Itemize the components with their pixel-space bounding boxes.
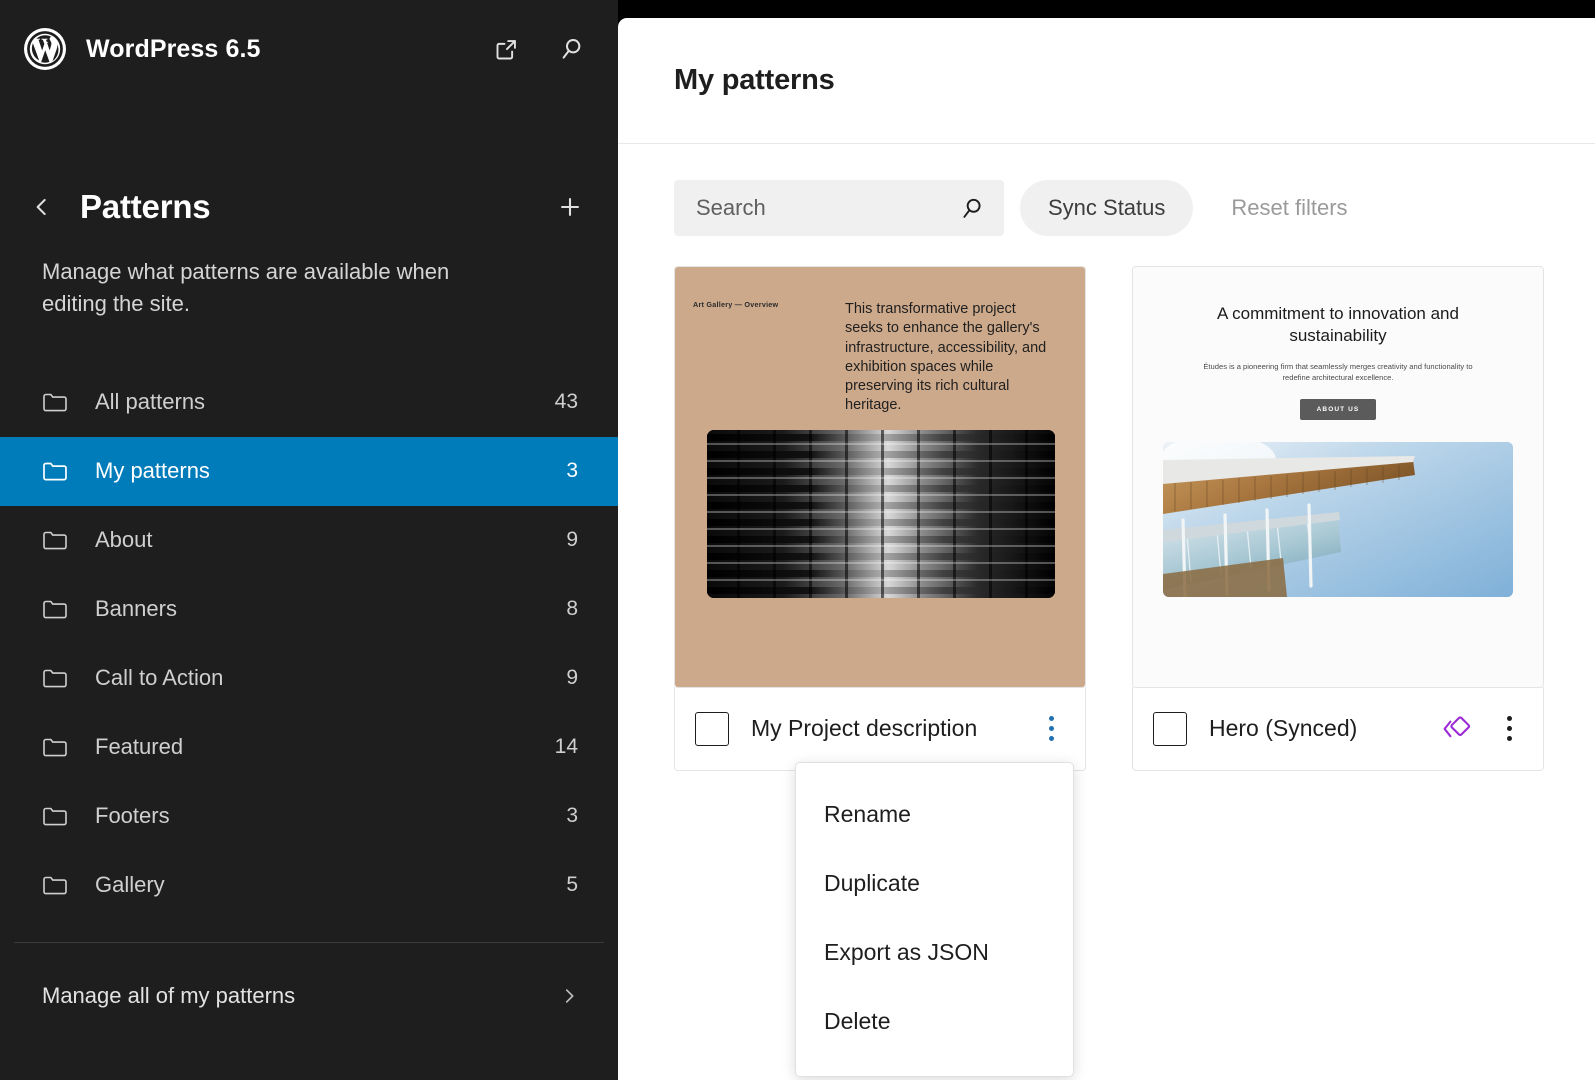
pattern-actions-dropdown: Rename Duplicate Export as JSON Delete (795, 762, 1074, 1077)
folder-icon (42, 805, 68, 827)
main-title: My patterns (674, 64, 835, 97)
preview-body: Études is a pioneering firm that seamles… (1199, 361, 1477, 385)
search-input[interactable]: Search (674, 180, 1004, 236)
plus-icon[interactable] (550, 187, 590, 227)
menu-item-rename[interactable]: Rename (796, 780, 1073, 849)
sidebar-item-count: 3 (566, 804, 578, 828)
kebab-menu-icon[interactable] (1031, 709, 1071, 749)
sidebar-item-count: 5 (566, 873, 578, 897)
folder-icon (42, 391, 68, 413)
folder-icon (42, 598, 68, 620)
pattern-select-checkbox[interactable] (695, 712, 729, 746)
manage-all-patterns-label: Manage all of my patterns (42, 983, 295, 1009)
search-icon (959, 195, 986, 222)
sidebar-topbar: WordPress 6.5 (0, 0, 618, 98)
pattern-card-footer: My Project description (674, 687, 1086, 771)
sidebar-description: Manage what patterns are available when … (0, 242, 560, 320)
sidebar-item-label: Gallery (95, 872, 165, 898)
sidebar-item-label: Banners (95, 596, 177, 622)
chevron-left-icon[interactable] (22, 187, 62, 227)
sidebar-item-count: 9 (566, 528, 578, 552)
app-title: WordPress 6.5 (86, 35, 261, 64)
menu-item-duplicate[interactable]: Duplicate (796, 849, 1073, 918)
sidebar-item-label: My patterns (95, 458, 210, 484)
sidebar-item-banners[interactable]: Banners 8 (0, 575, 618, 644)
folder-icon (42, 874, 68, 896)
sidebar-divider (14, 942, 604, 943)
pattern-select-checkbox[interactable] (1153, 712, 1187, 746)
sidebar-item-gallery[interactable]: Gallery 5 (0, 851, 618, 920)
synced-pattern-icon (1435, 709, 1475, 749)
sidebar-item-count: 43 (555, 390, 578, 414)
chevron-right-icon (558, 985, 580, 1007)
sidebar-item-featured[interactable]: Featured 14 (0, 713, 618, 782)
patterns-grid: Art Gallery — Overview This transformati… (618, 236, 1595, 771)
menu-item-delete[interactable]: Delete (796, 987, 1073, 1056)
pattern-preview[interactable]: A commitment to innovation and sustainab… (1132, 266, 1544, 688)
manage-all-patterns-link[interactable]: Manage all of my patterns (0, 959, 618, 1033)
sidebar-item-label: Footers (95, 803, 170, 829)
pattern-title: My Project description (751, 715, 977, 742)
main-content: My patterns Search Sync Status Reset fil… (618, 18, 1595, 1080)
preview-body: This transformative project seeks to enh… (845, 300, 1057, 416)
sidebar-item-count: 3 (566, 459, 578, 483)
pattern-card-actions (1435, 709, 1529, 749)
pattern-preview[interactable]: Art Gallery — Overview This transformati… (674, 266, 1086, 688)
folder-icon (42, 529, 68, 551)
sidebar-item-my-patterns[interactable]: My patterns 3 (0, 437, 618, 506)
folder-icon (42, 667, 68, 689)
reset-filters-button[interactable]: Reset filters (1209, 180, 1369, 236)
external-link-icon[interactable] (486, 29, 526, 69)
sidebar: WordPress 6.5 (0, 0, 618, 1080)
folder-icon (42, 460, 68, 482)
kebab-menu-icon[interactable] (1489, 709, 1529, 749)
filter-bar: Search Sync Status Reset filters (618, 144, 1595, 236)
sidebar-section-header: Patterns (0, 172, 618, 242)
sidebar-category-list: All patterns 43 My patterns 3 Ab (0, 368, 618, 920)
pattern-preview-artwork: Art Gallery — Overview This transformati… (675, 267, 1085, 687)
architecture-photo (1163, 442, 1513, 597)
app-root: WordPress 6.5 (0, 0, 1595, 1080)
sidebar-item-label: About (95, 527, 153, 553)
sidebar-item-count: 9 (566, 666, 578, 690)
sidebar-item-footers[interactable]: Footers 3 (0, 782, 618, 851)
sidebar-item-label: All patterns (95, 389, 205, 415)
sidebar-item-about[interactable]: About 9 (0, 506, 618, 575)
sidebar-item-label: Call to Action (95, 665, 223, 691)
building-photo (707, 430, 1055, 598)
sidebar-item-call-to-action[interactable]: Call to Action 9 (0, 644, 618, 713)
pattern-card: Art Gallery — Overview This transformati… (674, 266, 1086, 771)
pattern-title: Hero (Synced) (1209, 715, 1357, 742)
pattern-card: A commitment to innovation and sustainab… (1132, 266, 1544, 771)
search-placeholder: Search (696, 195, 959, 221)
sidebar-topbar-actions (486, 29, 592, 69)
sidebar-item-count: 8 (566, 597, 578, 621)
sidebar-item-label: Featured (95, 734, 183, 760)
sidebar-item-count: 14 (555, 735, 578, 759)
preview-heading: A commitment to innovation and sustainab… (1193, 303, 1483, 347)
preview-tag: Art Gallery — Overview (693, 300, 778, 309)
wordpress-logo-icon[interactable] (24, 28, 66, 70)
pattern-card-actions (1031, 709, 1071, 749)
pattern-preview-artwork: A commitment to innovation and sustainab… (1133, 267, 1543, 687)
page-title: Patterns (80, 188, 210, 226)
search-icon[interactable] (552, 29, 592, 69)
sync-status-filter-button[interactable]: Sync Status (1020, 180, 1193, 236)
sidebar-item-all-patterns[interactable]: All patterns 43 (0, 368, 618, 437)
menu-item-export-as-json[interactable]: Export as JSON (796, 918, 1073, 987)
preview-cta-button: ABOUT US (1300, 399, 1377, 420)
folder-icon (42, 736, 68, 758)
pattern-card-footer: Hero (Synced) (1132, 687, 1544, 771)
main-header: My patterns (618, 18, 1595, 144)
